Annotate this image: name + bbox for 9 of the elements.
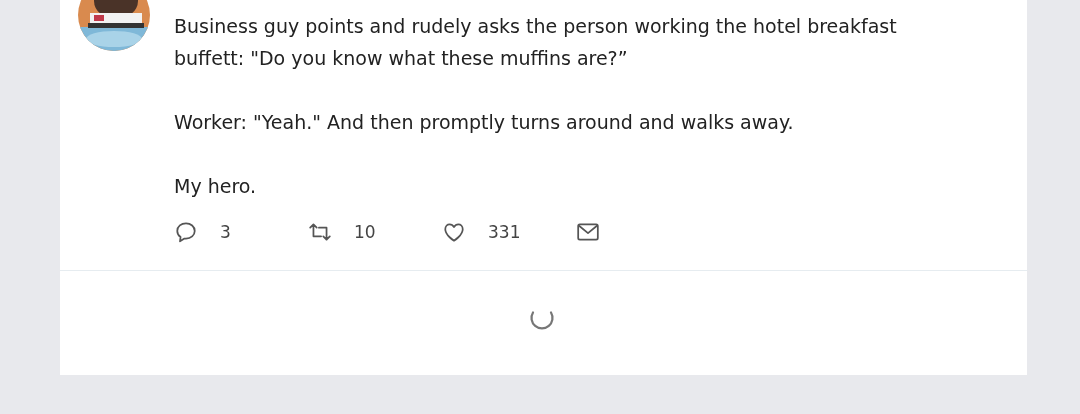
envelope-icon[interactable] bbox=[576, 220, 600, 244]
retweet-icon[interactable] bbox=[308, 220, 332, 244]
tweet-text: Worker: "Yeah." And then promptly turns around and walks away. bbox=[174, 110, 795, 135]
tweet-text: My hero. bbox=[174, 174, 258, 199]
reply-icon[interactable] bbox=[174, 220, 198, 244]
tweet-text: Business guy points and rudely asks the person working the hotel breakfast buffett: "Do you know what these muffins are?” bbox=[174, 14, 898, 71]
action-count: 331 bbox=[488, 222, 521, 242]
action-count: 3 bbox=[220, 222, 231, 242]
action-count: 10 bbox=[354, 222, 376, 242]
